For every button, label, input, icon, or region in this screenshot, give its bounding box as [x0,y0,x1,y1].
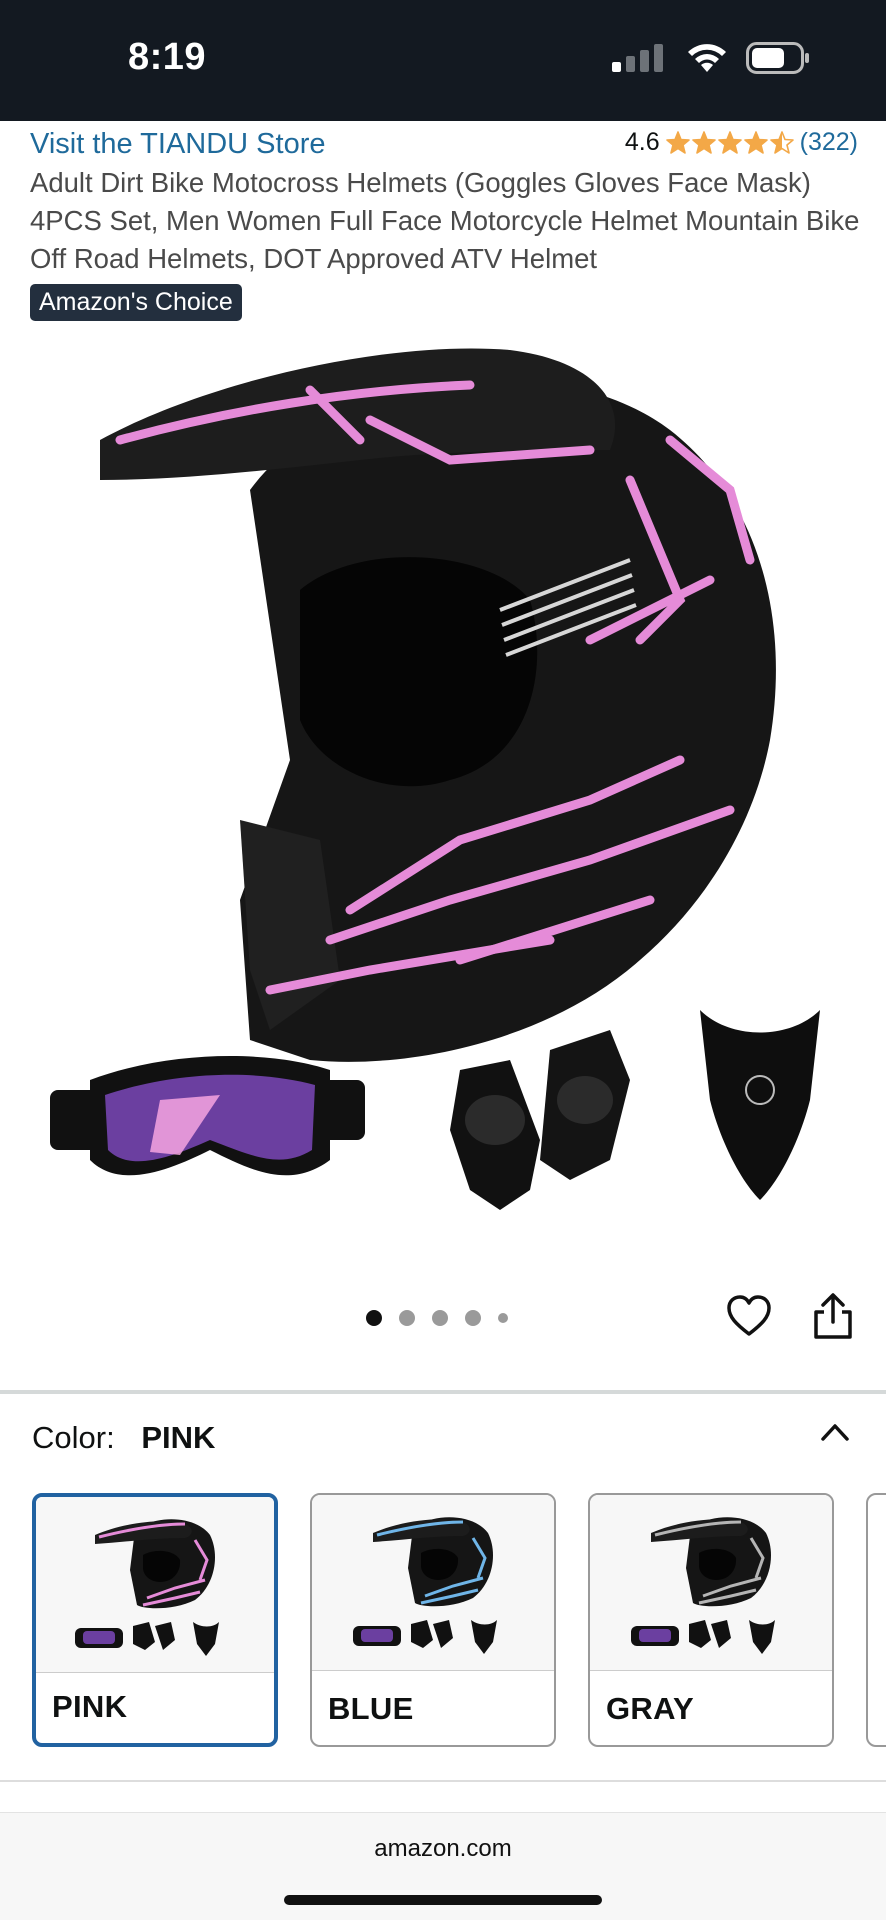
rating-stars [665,130,794,155]
image-pager [366,1310,508,1326]
star-icon [743,130,768,154]
product-main-image[interactable] [30,340,860,1260]
share-icon[interactable] [812,1292,854,1340]
rating-summary[interactable]: 4.6 (322) [625,128,858,157]
product-title: Adult Dirt Bike Motocross Helmets (Goggl… [30,167,860,274]
swatch-label: GRAY [606,1691,694,1726]
swatch-label: BLUE [328,1691,414,1726]
star-icon [717,130,742,154]
status-bar: 8:19 [0,0,886,121]
address-bar[interactable]: amazon.com [0,1835,886,1863]
amazons-choice-badge: Amazon's Choice [30,284,242,321]
section-divider [0,1390,886,1394]
pager-dot[interactable] [465,1310,481,1326]
face-mask-image [700,1010,820,1200]
pager-dot[interactable] [498,1313,508,1323]
swatch-label: PINK [52,1689,128,1724]
section-divider [0,1780,886,1782]
color-label: Color: [32,1420,115,1455]
color-swatch-list: PINK BLUE GRAY [32,1493,834,1747]
rating-value: 4.6 [624,128,660,156]
color-swatch-pink[interactable]: PINK [32,1493,278,1747]
color-swatch-blue[interactable]: BLUE [310,1493,556,1747]
status-icons [612,42,810,74]
gloves-image [450,1030,630,1210]
store-row: Visit the TIANDU Store 4.6 (322) [30,128,858,164]
pager-dot[interactable] [432,1310,448,1326]
visit-store-link[interactable]: Visit the TIANDU Store [30,128,325,161]
star-icon [769,130,794,154]
pager-dot[interactable] [399,1310,415,1326]
wifi-icon [688,44,726,72]
rating-count-link[interactable]: (322) [800,128,858,157]
color-swatch-gray[interactable]: GRAY [588,1493,834,1747]
chevron-up-icon[interactable] [820,1422,850,1442]
cellular-signal-icon [612,44,663,72]
color-swatch-more[interactable] [866,1493,886,1747]
goggles-image [50,1056,365,1176]
swatch-thumbnail [590,1495,832,1671]
swatch-thumbnail [312,1495,554,1671]
home-indicator[interactable] [284,1895,602,1905]
color-selected-value: PINK [141,1420,216,1455]
battery-icon [746,42,809,74]
swatch-thumbnail [36,1497,274,1673]
star-icon [665,130,690,154]
helmet-image [100,348,776,1062]
status-time: 8:19 [128,36,207,78]
browser-bottom-bar: amazon.com [0,1812,886,1920]
pager-dot[interactable] [366,1310,382,1326]
heart-icon[interactable] [726,1294,772,1340]
color-selector-label: Color: PINK [32,1420,215,1456]
star-icon [691,130,716,154]
